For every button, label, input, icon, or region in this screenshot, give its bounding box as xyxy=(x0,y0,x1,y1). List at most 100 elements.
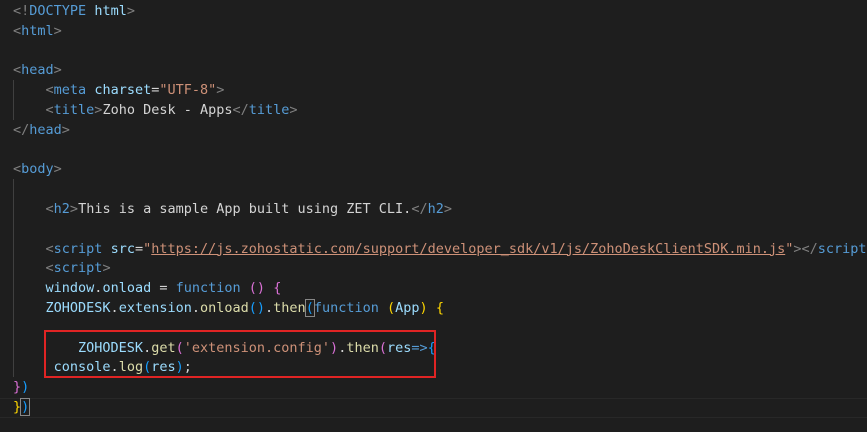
code-line: <h2>This is a sample App built using ZET… xyxy=(13,199,452,219)
code-token: > xyxy=(69,201,79,217)
code-token: } xyxy=(13,399,22,415)
indent-guide xyxy=(13,199,14,219)
code-token: https://js.zohostatic.com/support/develo… xyxy=(151,240,786,257)
code-line: <!DOCTYPE html> xyxy=(13,1,135,21)
code-token: </ xyxy=(411,201,428,217)
code-line: window.onload = function () { xyxy=(13,278,282,299)
code-token: . xyxy=(110,300,119,316)
code-token: ZOHODESK xyxy=(45,300,111,316)
code-line: <html> xyxy=(13,21,62,41)
code-token: < xyxy=(45,82,54,99)
code-line: ZOHODESK.extension.onload().then(functio… xyxy=(13,298,444,318)
indent-guide xyxy=(13,218,14,239)
code-token: < xyxy=(45,260,54,277)
code-token: App xyxy=(395,300,420,316)
code-token: charset xyxy=(94,82,152,99)
code-token: > xyxy=(443,201,452,217)
code-token: ) xyxy=(20,398,31,416)
indent-guide xyxy=(13,179,14,200)
code-token: ) xyxy=(419,300,428,316)
code-token: body xyxy=(21,161,54,178)
code-line: <title>Zoho Desk - Apps</title> xyxy=(13,100,298,120)
code-token: > xyxy=(126,3,135,19)
indent-guide xyxy=(13,357,14,378)
code-token: then xyxy=(273,300,306,316)
code-token: () xyxy=(248,300,266,316)
code-token: script xyxy=(53,260,103,277)
code-token: <! xyxy=(13,3,30,19)
code-token: title xyxy=(53,102,95,118)
code-token: html xyxy=(21,22,54,39)
code-token: > xyxy=(102,260,111,277)
code-line: <script src="https://js.zohostatic.com/s… xyxy=(13,238,867,259)
indent-guide xyxy=(13,258,14,279)
code-token: function xyxy=(313,300,379,316)
code-token: ( xyxy=(304,299,315,317)
code-token: < xyxy=(13,161,22,178)
code-token: extension xyxy=(118,300,192,316)
code-token: < xyxy=(45,102,54,118)
code-editor[interactable]: <!DOCTYPE html> <html> <head> <meta charse… xyxy=(0,0,867,432)
indent-guide xyxy=(13,298,14,318)
code-line: }) xyxy=(13,397,31,417)
code-token: h2 xyxy=(427,201,444,217)
code-token: script xyxy=(53,240,103,257)
code-token: ( xyxy=(387,300,396,316)
code-token: ></ xyxy=(793,240,818,257)
code-token: = xyxy=(134,240,144,257)
code-token: < xyxy=(45,201,54,217)
code-token: DOCTYPE xyxy=(29,3,87,19)
code-token: > xyxy=(61,121,70,138)
code-token: title xyxy=(248,102,290,118)
code-token: src xyxy=(110,240,135,257)
indent-guide xyxy=(13,100,14,120)
indent-guide xyxy=(13,337,14,358)
code-token: Zoho Desk - Apps xyxy=(102,102,233,118)
annotation-highlight-box xyxy=(44,330,436,378)
code-token: } xyxy=(13,379,22,396)
code-line: <meta charset="UTF-8"> xyxy=(13,80,225,101)
code-token: = xyxy=(151,280,176,297)
code-token: < xyxy=(13,62,22,79)
code-token: window xyxy=(45,280,95,297)
code-line: </head> xyxy=(13,120,70,140)
code-token: </ xyxy=(13,121,30,138)
code-line: <head> xyxy=(13,60,62,80)
code-line: <body> xyxy=(13,159,62,179)
code-token: html xyxy=(94,3,127,19)
code-token: . xyxy=(191,300,200,316)
code-token: > xyxy=(216,82,225,99)
code-token: { xyxy=(273,280,282,297)
code-token: "UTF-8" xyxy=(159,82,217,99)
code-token: . xyxy=(265,300,274,316)
current-line-highlight xyxy=(0,398,867,418)
code-token: function xyxy=(175,280,241,297)
code-token: > xyxy=(289,102,298,118)
code-token: onload xyxy=(199,300,249,316)
code-token: > xyxy=(53,161,62,178)
code-token: head xyxy=(29,121,62,138)
code-line: <script> xyxy=(13,258,111,279)
indent-guide xyxy=(13,278,14,299)
code-token: script xyxy=(817,240,867,257)
code-token: head xyxy=(21,62,54,79)
code-token: < xyxy=(45,240,54,257)
indent-guide xyxy=(13,80,14,101)
code-token: { xyxy=(435,300,444,316)
code-token: onload xyxy=(102,280,152,297)
code-line: }) xyxy=(13,377,29,397)
code-token: meta xyxy=(53,82,87,99)
indent-guide xyxy=(13,317,14,338)
code-token: > xyxy=(53,62,62,79)
code-token: h2 xyxy=(53,201,70,217)
